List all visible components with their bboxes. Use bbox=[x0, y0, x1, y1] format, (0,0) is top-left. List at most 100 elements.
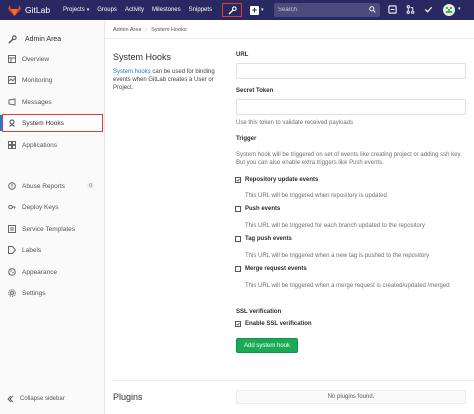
sidebar-item-deploy-keys[interactable]: Deploy Keys bbox=[3, 199, 102, 215]
breadcrumb-parent[interactable]: Admin Area bbox=[113, 27, 141, 33]
nav-activity[interactable]: Activity bbox=[125, 7, 144, 13]
template-icon bbox=[7, 225, 16, 234]
search-box bbox=[274, 3, 380, 17]
trigger-help: This URL will be triggered for each bran… bbox=[245, 223, 425, 229]
label-icon bbox=[7, 246, 16, 255]
ssl-checkbox-label: Enable SSL verification bbox=[245, 321, 312, 327]
secret-token-help: Use this token to validate received payl… bbox=[236, 120, 354, 126]
trigger-push-events[interactable]: Push events bbox=[235, 206, 280, 212]
avatar[interactable] bbox=[443, 4, 455, 16]
sidebar-item-system-hooks[interactable]: System Hooks bbox=[0, 114, 103, 132]
brand-name: GitLab bbox=[25, 5, 51, 15]
sidebar-item-settings[interactable]: Settings bbox=[3, 285, 102, 301]
nav-activity-label: Activity bbox=[124, 7, 144, 13]
messages-icon bbox=[7, 98, 16, 107]
trigger-repository-update[interactable]: Repository update events bbox=[235, 177, 318, 183]
repository-update-checkbox[interactable] bbox=[235, 177, 241, 183]
sidebar-item-label: Service Templates bbox=[22, 225, 75, 233]
applications-icon bbox=[7, 141, 16, 150]
trigger-help: This URL will be triggered when reposito… bbox=[245, 193, 387, 199]
divider bbox=[105, 38, 474, 39]
checkmark-icon bbox=[236, 322, 240, 326]
sidebar-item-monitoring[interactable]: Monitoring bbox=[3, 72, 102, 88]
sidebar-item-label: Appearance bbox=[22, 268, 58, 276]
search-input[interactable] bbox=[274, 7, 364, 13]
sidebar-item-messages[interactable]: Messages bbox=[3, 94, 102, 110]
push-events-checkbox[interactable] bbox=[235, 206, 241, 212]
sidebar-item-labels[interactable]: Labels bbox=[3, 242, 102, 258]
identicon-icon bbox=[446, 7, 452, 13]
secret-token-label: Secret Token bbox=[236, 88, 274, 94]
collapse-label: Collapse sidebar bbox=[20, 396, 65, 402]
sidebar-header[interactable]: Admin Area bbox=[0, 27, 104, 51]
plugins-empty-text: No plugins found. bbox=[327, 394, 375, 400]
gitlab-logo[interactable]: GitLab bbox=[8, 4, 51, 16]
secret-token-field[interactable] bbox=[236, 99, 466, 115]
sidebar-item-appearance[interactable]: Appearance bbox=[3, 264, 102, 280]
issues-icon[interactable] bbox=[388, 5, 397, 14]
divider bbox=[113, 380, 474, 381]
search-icon bbox=[369, 6, 376, 13]
url-field[interactable] bbox=[236, 63, 466, 79]
settings-icon bbox=[7, 289, 16, 298]
breadcrumb-current[interactable]: System Hooks bbox=[151, 27, 186, 33]
collapse-icon bbox=[7, 395, 14, 403]
ssl-verification-label: SSL verification bbox=[236, 309, 282, 315]
checkmark-icon bbox=[236, 178, 240, 182]
trigger-label: Trigger bbox=[236, 136, 257, 142]
trigger-merge-request-events[interactable]: Merge request events bbox=[235, 266, 307, 272]
trigger-label: Push events bbox=[245, 206, 281, 212]
appearance-icon bbox=[7, 268, 16, 277]
nav-milestones[interactable]: Milestones bbox=[152, 7, 181, 13]
monitoring-icon bbox=[7, 76, 16, 85]
add-system-hook-button[interactable]: Add system hook bbox=[236, 338, 298, 353]
trigger-tag-push-events[interactable]: Tag push events bbox=[235, 236, 292, 242]
sidebar-item-applications[interactable]: Applications bbox=[3, 137, 102, 153]
gitlab-fox-icon bbox=[8, 4, 21, 16]
nav-groups-label: Groups bbox=[97, 7, 117, 13]
sidebar: Admin Area Overview Monitoring Messages … bbox=[0, 20, 105, 414]
plus-icon: + bbox=[250, 4, 259, 15]
system-hooks-link[interactable]: System hooks bbox=[113, 69, 151, 75]
nav-groups[interactable]: Groups bbox=[97, 7, 117, 13]
abuse-icon bbox=[7, 182, 16, 191]
sidebar-item-label: Messages bbox=[22, 98, 52, 106]
hook-icon bbox=[7, 119, 16, 128]
sidebar-item-service-templates[interactable]: Service Templates bbox=[3, 221, 102, 237]
nav-projects-label: Projects bbox=[63, 7, 85, 13]
trigger-label: Tag push events bbox=[245, 236, 292, 242]
chevron-right-icon: › bbox=[145, 27, 148, 33]
nav-projects[interactable]: Projects ▾ bbox=[63, 7, 89, 13]
plugins-empty-state: No plugins found. bbox=[236, 390, 466, 404]
sidebar-item-abuse-reports[interactable]: Abuse Reports 0 bbox=[3, 178, 102, 194]
trigger-help: This URL will be triggered when a new ta… bbox=[245, 253, 430, 259]
page-title: System Hooks bbox=[113, 52, 172, 62]
ssl-verification-option[interactable]: Enable SSL verification bbox=[235, 321, 312, 327]
new-item-dropdown[interactable]: + ▾ bbox=[250, 4, 264, 15]
url-label: URL bbox=[236, 52, 249, 58]
sidebar-item-label: Applications bbox=[22, 141, 58, 149]
sidebar-item-label: Labels bbox=[22, 246, 42, 254]
nav-milestones-label: Milestones bbox=[151, 7, 181, 13]
sidebar-item-label: Settings bbox=[22, 289, 46, 297]
sidebar-item-label: System Hooks bbox=[22, 119, 64, 127]
merge-request-icon[interactable] bbox=[406, 5, 415, 14]
ssl-verification-checkbox[interactable] bbox=[235, 321, 241, 327]
key-icon bbox=[7, 203, 16, 212]
wrench-icon bbox=[227, 5, 237, 15]
top-navbar: GitLab Projects ▾ Groups Activity Milest… bbox=[0, 0, 474, 20]
overview-icon bbox=[7, 55, 16, 64]
nav-snippets[interactable]: Snippets bbox=[189, 7, 212, 13]
trigger-help: This URL will be triggered when a merge … bbox=[245, 283, 450, 289]
sidebar-item-label: Overview bbox=[22, 55, 50, 63]
todos-icon[interactable] bbox=[424, 5, 433, 14]
trigger-label: Merge request events bbox=[245, 266, 307, 272]
merge-request-checkbox[interactable] bbox=[235, 266, 241, 272]
sidebar-item-label: Monitoring bbox=[22, 76, 53, 84]
tag-push-checkbox[interactable] bbox=[235, 236, 241, 242]
chevron-down-icon: ▾ bbox=[86, 7, 90, 13]
collapse-sidebar-button[interactable]: Collapse sidebar bbox=[6, 395, 65, 403]
sidebar-item-overview[interactable]: Overview bbox=[3, 51, 102, 67]
sidebar-header-label: Admin Area bbox=[25, 35, 62, 43]
admin-area-button[interactable] bbox=[222, 3, 242, 17]
